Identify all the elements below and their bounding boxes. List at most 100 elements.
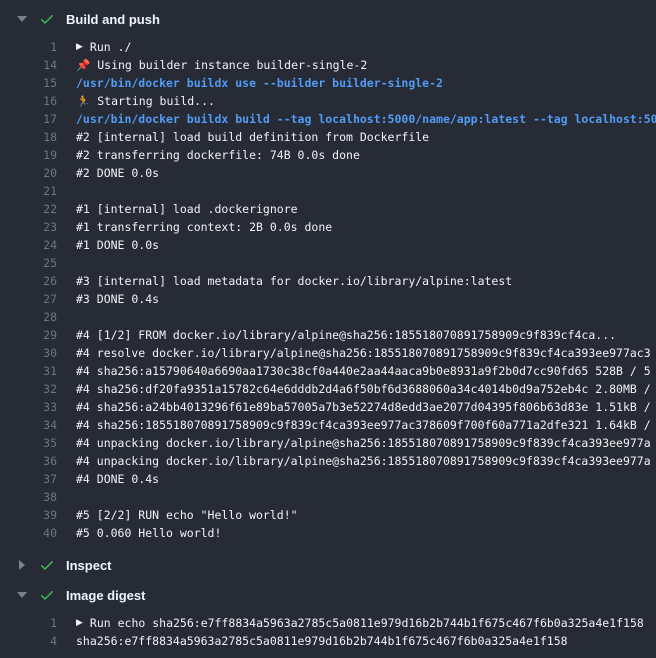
log-text: /usr/bin/docker buildx use --builder bui… — [76, 74, 443, 92]
line-number[interactable]: 1 — [0, 38, 57, 56]
caret-shape — [17, 16, 27, 22]
group-expand-icon[interactable]: ▶ — [76, 38, 83, 56]
log-line-content: #5 0.060 Hello world! — [76, 524, 221, 542]
section-build-and-push: Build and push 1 ▶ Run ./ 14 📌 Using builder … — [0, 4, 656, 550]
log-line: 19 #2 transferring dockerfile: 74B 0.0s d… — [0, 146, 656, 164]
log-text: sha256:e7ff8834a5963a2785c5a0811e979d16b… — [76, 632, 568, 650]
caret-right-icon[interactable] — [16, 560, 28, 570]
caret-down-icon[interactable] — [16, 16, 28, 22]
line-number[interactable]: 24 — [0, 236, 57, 254]
log-line: 39 #5 [2/2] RUN echo "Hello world!" — [0, 506, 656, 524]
line-number[interactable]: 26 — [0, 272, 57, 290]
line-number[interactable]: 38 — [0, 488, 57, 506]
line-number[interactable]: 28 — [0, 308, 57, 326]
log-line-content: #4 DONE 0.4s — [76, 470, 159, 488]
log-line-content: /usr/bin/docker buildx build --tag local… — [76, 110, 656, 128]
log-text: #4 DONE 0.4s — [76, 470, 159, 488]
log-line: 25 — [0, 254, 656, 272]
log-line-content: #4 sha256:a24bb4013296f61e89ba57005a7b3e… — [76, 398, 651, 416]
line-number[interactable]: 27 — [0, 290, 57, 308]
log-line: 35 #4 unpacking docker.io/library/alpine@… — [0, 434, 656, 452]
line-number[interactable]: 34 — [0, 416, 57, 434]
log-line: 32 #4 sha256:df20fa9351a15782c64e6dddb2d4… — [0, 380, 656, 398]
log-line: 21 — [0, 182, 656, 200]
log-text: 🏃 Starting build... — [76, 92, 215, 110]
workflow-log-viewer: Build and push1▶Run ./14📌 Using builder … — [0, 0, 656, 658]
line-number[interactable]: 20 — [0, 164, 57, 182]
section-body-image-digest: 1 ▶ Run echo sha256:e7ff8834a5963a2785c5a0… — [0, 610, 656, 658]
line-number[interactable]: 21 — [0, 182, 57, 200]
line-number[interactable]: 35 — [0, 434, 57, 452]
log-line: 37 #4 DONE 0.4s — [0, 470, 656, 488]
log-line: 23 #1 transferring context: 2B 0.0s done — [0, 218, 656, 236]
log-line: 38 — [0, 488, 656, 506]
line-number[interactable]: 29 — [0, 326, 57, 344]
log-line: 1 ▶ Run echo sha256:e7ff8834a5963a2785c5a0… — [0, 614, 656, 632]
log-text: Run echo sha256:e7ff8834a5963a2785c5a081… — [90, 614, 644, 632]
line-number[interactable]: 32 — [0, 380, 57, 398]
line-number[interactable]: 22 — [0, 200, 57, 218]
log-text: #5 [2/2] RUN echo "Hello world!" — [76, 506, 298, 524]
log-line-content: #4 sha256:185518070891758909c9f839cf4ca3… — [76, 416, 651, 434]
log-text: #2 [internal] load build definition from… — [76, 128, 429, 146]
log-line-content: #2 transferring dockerfile: 74B 0.0s don… — [76, 146, 360, 164]
log-text: #4 sha256:a15790640a6690aa1730c38cf0a440… — [76, 362, 651, 380]
log-line-content: #1 [internal] load .dockerignore — [76, 200, 298, 218]
line-number[interactable]: 30 — [0, 344, 57, 362]
log-line-content: 📌 Using builder instance builder-single-… — [76, 56, 367, 74]
log-line: 34 #4 sha256:185518070891758909c9f839cf4c… — [0, 416, 656, 434]
log-line-content: #3 DONE 0.4s — [76, 290, 159, 308]
log-text: #1 transferring context: 2B 0.0s done — [76, 218, 332, 236]
line-number[interactable]: 40 — [0, 524, 57, 542]
line-number[interactable]: 25 — [0, 254, 57, 272]
caret-shape — [17, 592, 27, 598]
line-number[interactable]: 15 — [0, 74, 57, 92]
log-text: #1 [internal] load .dockerignore — [76, 200, 298, 218]
log-text: #4 resolve docker.io/library/alpine@sha2… — [76, 344, 651, 362]
caret-shape — [19, 560, 25, 570]
line-number[interactable]: 31 — [0, 362, 57, 380]
log-text: #4 [1/2] FROM docker.io/library/alpine@s… — [76, 326, 616, 344]
caret-down-icon[interactable] — [16, 592, 28, 598]
log-text: Run ./ — [90, 38, 132, 56]
line-number[interactable]: 37 — [0, 470, 57, 488]
section-header-build-and-push[interactable]: Build and push — [0, 4, 656, 34]
log-line-content: #4 sha256:df20fa9351a15782c64e6dddb2d4a6… — [76, 380, 651, 398]
log-line: 27 #3 DONE 0.4s — [0, 290, 656, 308]
section-title-build-and-push: Build and push — [66, 12, 160, 27]
line-number[interactable]: 14 — [0, 56, 57, 74]
section-header-inspect[interactable]: Inspect — [0, 550, 656, 580]
line-number[interactable]: 17 — [0, 110, 57, 128]
line-number[interactable]: 1 — [0, 614, 57, 632]
log-text: #4 unpacking docker.io/library/alpine@sh… — [76, 434, 651, 452]
line-number[interactable]: 39 — [0, 506, 57, 524]
line-number[interactable]: 36 — [0, 452, 57, 470]
section-title-inspect: Inspect — [66, 558, 112, 573]
log-line-content: sha256:e7ff8834a5963a2785c5a0811e979d16b… — [76, 632, 568, 650]
success-check-icon — [39, 11, 55, 27]
log-line-content: #4 unpacking docker.io/library/alpine@sh… — [76, 434, 651, 452]
log-text: #3 DONE 0.4s — [76, 290, 159, 308]
log-text: #4 sha256:a24bb4013296f61e89ba57005a7b3e… — [76, 398, 651, 416]
log-line-content: #4 sha256:a15790640a6690aa1730c38cf0a440… — [76, 362, 651, 380]
log-text: #4 sha256:185518070891758909c9f839cf4ca3… — [76, 416, 651, 434]
line-number[interactable]: 18 — [0, 128, 57, 146]
success-check-icon — [39, 557, 55, 573]
section-image-digest: Image digest 1 ▶ Run echo sha256:e7ff8834a5… — [0, 580, 656, 658]
line-number[interactable]: 16 — [0, 92, 57, 110]
log-line: 14 📌 Using builder instance builder-singl… — [0, 56, 656, 74]
log-line: 16 🏃 Starting build... — [0, 92, 656, 110]
line-number[interactable]: 23 — [0, 218, 57, 236]
log-line-content: /usr/bin/docker buildx use --builder bui… — [76, 74, 443, 92]
log-line: 31 #4 sha256:a15790640a6690aa1730c38cf0a4… — [0, 362, 656, 380]
log-line-content: #5 [2/2] RUN echo "Hello world!" — [76, 506, 298, 524]
log-line: 33 #4 sha256:a24bb4013296f61e89ba57005a7b… — [0, 398, 656, 416]
line-number[interactable]: 19 — [0, 146, 57, 164]
section-header-image-digest[interactable]: Image digest — [0, 580, 656, 610]
line-number[interactable]: 33 — [0, 398, 57, 416]
group-expand-icon[interactable]: ▶ — [76, 614, 83, 632]
log-line-content: ▶ Run ./ — [76, 38, 131, 56]
log-line: 4 sha256:e7ff8834a5963a2785c5a0811e979d16… — [0, 632, 656, 650]
log-line: 1 ▶ Run ./ — [0, 38, 656, 56]
line-number[interactable]: 4 — [0, 632, 57, 650]
